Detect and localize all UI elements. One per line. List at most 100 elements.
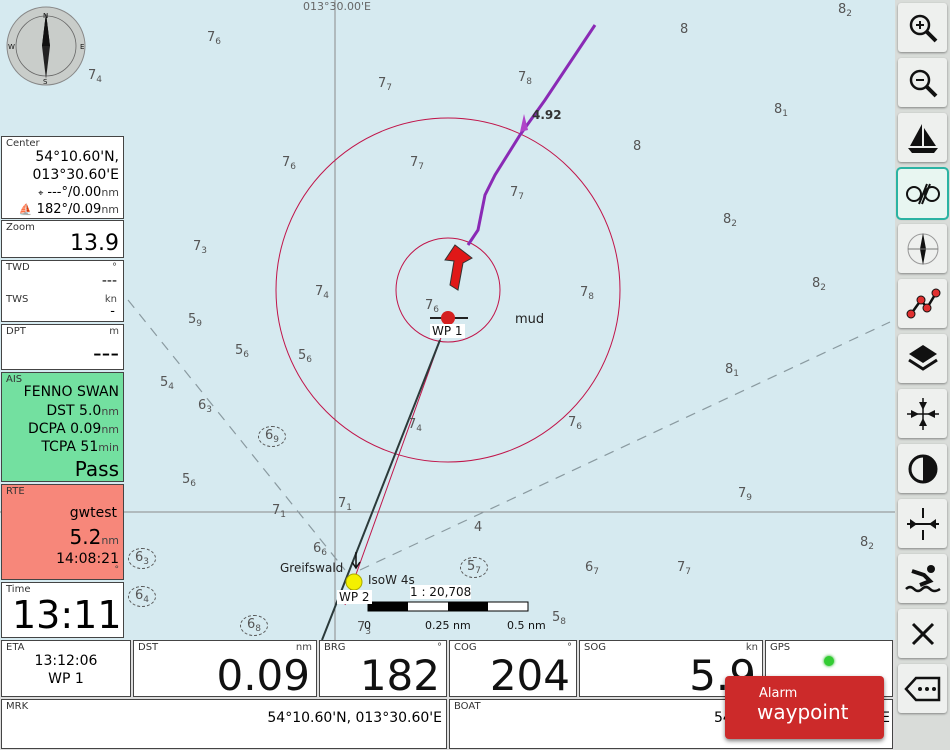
svg-text:N: N bbox=[43, 12, 48, 20]
wind-panel[interactable]: TWD ° --- TWS kn - bbox=[1, 260, 124, 322]
rock-sounding: 63 bbox=[128, 548, 157, 569]
depth-sounding: 77 bbox=[677, 560, 692, 577]
alarm-button[interactable]: Alarm waypoint bbox=[725, 676, 884, 739]
mob-button[interactable] bbox=[898, 554, 947, 603]
rock-sounding: 68 bbox=[240, 615, 269, 636]
close-icon bbox=[911, 622, 934, 645]
wp2-label[interactable]: WP 2 bbox=[337, 590, 372, 604]
depth-sounding: 56 bbox=[298, 348, 313, 365]
brg-panel[interactable]: BRG ° 182 bbox=[319, 640, 447, 697]
keyboard-back-icon bbox=[903, 676, 940, 701]
contrast-button[interactable] bbox=[898, 444, 947, 493]
scale-tick-2: 0.5 nm bbox=[507, 619, 546, 632]
center-boat: ⛵ 182°/0.09nm bbox=[19, 202, 119, 217]
ais-tcpa-label: TCPA bbox=[41, 439, 76, 455]
chart-overlay bbox=[0, 0, 895, 640]
coordinate-label: 013°30.00'E bbox=[303, 0, 371, 13]
gps-status-icon bbox=[824, 656, 834, 666]
scale-ratio: 1 : 20,708 bbox=[410, 585, 472, 599]
mud-label: mud bbox=[515, 312, 545, 327]
depth-sounding: 77 bbox=[410, 155, 425, 172]
depth-sounding: 77 bbox=[510, 185, 525, 202]
compass-button[interactable] bbox=[898, 224, 947, 273]
depth-sounding: 82 bbox=[723, 212, 738, 229]
anchor-button[interactable] bbox=[898, 499, 947, 548]
depth-sounding: 81 bbox=[725, 362, 740, 379]
contrast-icon bbox=[908, 454, 937, 483]
compass-icon bbox=[907, 232, 938, 265]
rte-name: gwtest bbox=[69, 505, 117, 521]
alarm-text: waypoint bbox=[757, 700, 849, 724]
ais-panel[interactable]: AIS FENNO SWAN DST 5.0nm DCPA 0.09nm TCP… bbox=[1, 372, 124, 482]
lock-button[interactable] bbox=[896, 167, 949, 220]
layers-icon bbox=[907, 344, 938, 371]
cog-value: 204 bbox=[489, 651, 570, 697]
brg-value: 182 bbox=[359, 651, 440, 697]
mrk-panel[interactable]: MRK 54°10.60'N, 013°30.60'E bbox=[1, 699, 447, 749]
wp2-marker bbox=[345, 573, 363, 591]
center-icon bbox=[906, 397, 939, 430]
rte-deg: ° bbox=[114, 565, 120, 575]
svg-text:S: S bbox=[43, 78, 48, 86]
scale-tick-0: 0 bbox=[364, 619, 371, 632]
boat-button[interactable] bbox=[898, 113, 947, 162]
eta-panel[interactable]: ETA 13:12:06 WP 1 bbox=[1, 640, 131, 697]
scale-bar bbox=[367, 601, 529, 612]
depth-sounding: 76 bbox=[207, 30, 222, 47]
brg-label: BRG bbox=[324, 642, 346, 653]
depth-sounding: 76 bbox=[282, 155, 297, 172]
ais-dst-unit: nm bbox=[101, 405, 119, 418]
depth-sounding: 82 bbox=[838, 2, 853, 19]
zoom-out-icon bbox=[909, 69, 937, 97]
ais-label: AIS bbox=[6, 374, 23, 385]
depth-panel[interactable]: DPT m --- bbox=[1, 324, 124, 370]
boat-icon: ⛵ bbox=[18, 203, 33, 216]
chart-map[interactable]: N S W E 013°30.00'E 76 74 77 78 8 82 81 8 76 77 77… bbox=[0, 0, 895, 640]
center-panel[interactable]: Center 54°10.60'N, 013°30.60'E ⌖ ---°/0.… bbox=[1, 136, 124, 219]
layers-button[interactable] bbox=[898, 334, 947, 383]
depth-sounding: 56 bbox=[235, 343, 250, 360]
twd-value: --- bbox=[101, 273, 117, 289]
depth-sounding: 67 bbox=[585, 560, 600, 577]
speed-label: 4.92 bbox=[532, 108, 562, 122]
mrk-label: MRK bbox=[6, 701, 29, 712]
center-boat-unit: nm bbox=[101, 203, 119, 216]
time-panel[interactable]: Time 13:11 bbox=[1, 582, 124, 638]
depth-sounding: 78 bbox=[518, 70, 533, 87]
boat-label: BOAT bbox=[454, 701, 481, 712]
ais-tcpa: TCPA 51min bbox=[41, 439, 119, 455]
route-button[interactable] bbox=[898, 279, 947, 328]
depth-sounding: 66 bbox=[313, 541, 328, 558]
zoom-out-button[interactable] bbox=[898, 58, 947, 107]
wp1-marker bbox=[441, 311, 455, 325]
depth-sounding: 81 bbox=[774, 102, 789, 119]
rte-dist-unit: nm bbox=[101, 534, 119, 547]
twd-label: TWD bbox=[6, 262, 30, 273]
ais-dcpa-label: DCPA bbox=[28, 421, 66, 437]
close-button[interactable] bbox=[898, 609, 947, 658]
keyboard-back-button[interactable] bbox=[898, 664, 947, 713]
gps-label: GPS bbox=[770, 642, 791, 653]
zoom-in-button[interactable] bbox=[898, 3, 947, 52]
dpt-label: DPT bbox=[6, 326, 26, 337]
center-wp-unit: nm bbox=[101, 186, 119, 199]
zoom-in-icon bbox=[909, 14, 937, 42]
depth-sounding: 8 bbox=[680, 22, 689, 37]
tws-label: TWS bbox=[6, 294, 29, 305]
center-button[interactable] bbox=[898, 389, 947, 438]
rte-label: RTE bbox=[6, 486, 25, 497]
dst-panel[interactable]: DST nm 0.09 bbox=[133, 640, 317, 697]
route-panel[interactable]: RTE gwtest 5.2nm 14:08:21 ° bbox=[1, 484, 124, 580]
depth-sounding: 74 bbox=[88, 68, 103, 85]
ais-tcpa-value: 51 bbox=[80, 439, 99, 455]
route-icon bbox=[906, 288, 940, 318]
zoom-panel[interactable]: Zoom 13.9 bbox=[1, 220, 124, 258]
center-label: Center bbox=[6, 138, 40, 149]
fairway-right bbox=[359, 321, 891, 571]
toolbar bbox=[895, 0, 950, 750]
depth-sounding: 82 bbox=[812, 276, 827, 293]
depth-sounding: 74 bbox=[315, 284, 330, 301]
cog-panel[interactable]: COG ° 204 bbox=[449, 640, 577, 697]
depth-sounding: 77 bbox=[378, 76, 393, 93]
wp1-label[interactable]: WP 1 bbox=[430, 324, 465, 338]
